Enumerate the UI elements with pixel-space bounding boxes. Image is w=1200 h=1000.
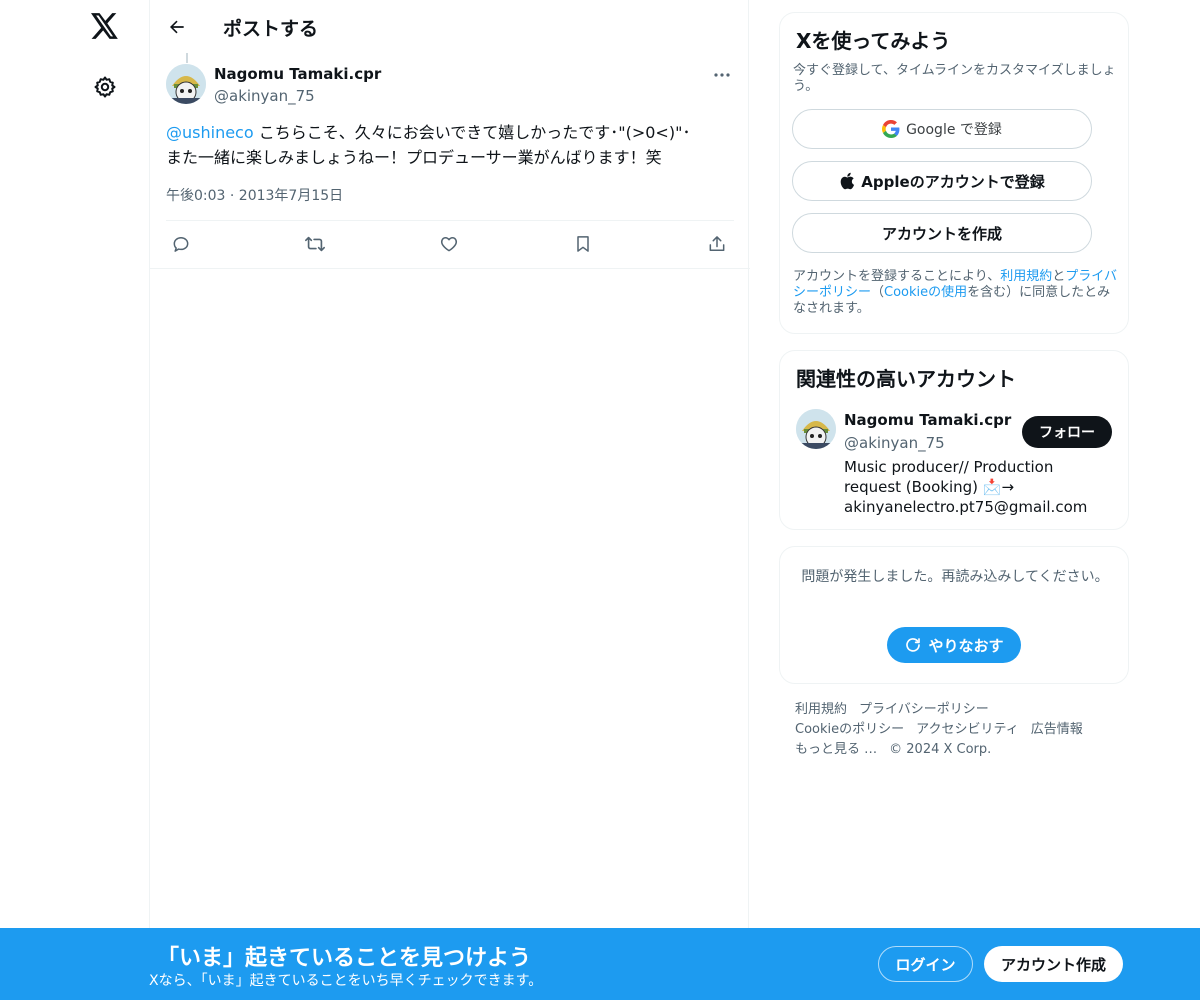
bottom-bar-subtitle: Xなら、「いま」起きていることをいち早くチェックできます。 xyxy=(149,973,543,989)
page-title: ポストする xyxy=(223,18,319,40)
like-button[interactable] xyxy=(434,229,464,259)
left-nav xyxy=(0,0,150,1000)
mention-link[interactable]: @ushineco xyxy=(166,123,254,142)
error-message: 問題が発生しました。再読み込みしてください。 xyxy=(801,569,1109,585)
bottom-bar-title: 「いま」起きていることを見つけよう xyxy=(157,946,532,971)
footer-link-more[interactable]: もっと見る … xyxy=(795,742,877,757)
more-icon xyxy=(714,73,730,77)
share-icon xyxy=(709,236,725,251)
post-text: @ushineco こちらこそ、久々にお会いできて嬉しかったです･"(>0<)"… xyxy=(166,120,734,170)
cookie-link[interactable]: Cookieの使用 xyxy=(884,285,967,300)
post-text-line1: こちらこそ、久々にお会いできて嬉しかったです･"(>0<)"･ xyxy=(253,123,691,142)
apple-signup-label: Appleのアカウントで登録 xyxy=(861,172,1045,191)
more-options-button[interactable] xyxy=(708,64,736,86)
bookmark-button[interactable] xyxy=(568,229,598,259)
footer-link-accessibility[interactable]: アクセシビリティ xyxy=(916,722,1019,737)
post-text-line2: また一緒に楽しみましょうねー！プロデューサー業がんばります！笑 xyxy=(166,148,662,167)
follow-button[interactable]: フォロー xyxy=(1022,416,1112,448)
divider xyxy=(150,268,750,269)
reply-button[interactable] xyxy=(166,229,196,259)
footer-link-privacy[interactable]: プライバシーポリシー xyxy=(859,702,989,717)
reply-icon xyxy=(173,237,189,252)
google-icon xyxy=(882,120,900,138)
arrow-left-icon xyxy=(170,20,184,34)
main-column: ポストする Nagomu Tamaki.cpr @akinyan_75 @ush… xyxy=(149,0,750,1000)
related-card-title: 関連性の高いアカウント xyxy=(796,367,1016,391)
signup-card-subtitle: 今すぐ登録して、タイムラインをカスタマイズしましょう。 xyxy=(793,63,1116,94)
terms-link[interactable]: 利用規約 xyxy=(1000,269,1052,284)
legal-and: と xyxy=(1052,269,1066,284)
avatar[interactable] xyxy=(796,409,836,449)
back-button[interactable] xyxy=(162,12,192,42)
x-logo-icon[interactable] xyxy=(87,8,123,44)
footer-link-cookie[interactable]: Cookieのポリシー xyxy=(795,722,904,737)
footer-link-ads[interactable]: 広告情報 xyxy=(1031,722,1083,737)
related-account-bio: Music producer// Production request (Boo… xyxy=(844,458,1088,516)
legal-prefix: アカウントを登録することにより、 xyxy=(793,269,1001,284)
apple-icon xyxy=(840,172,855,190)
refresh-icon xyxy=(906,638,921,652)
login-button[interactable]: ログイン xyxy=(878,946,973,982)
apple-signup-button[interactable]: Appleのアカウントで登録 xyxy=(792,161,1092,201)
related-account-handle[interactable]: @akinyan_75 xyxy=(844,434,945,452)
signup-card: Xを使ってみよう 今すぐ登録して、タイムラインをカスタマイズしましょう。 Goo… xyxy=(779,12,1129,334)
signup-card-title: Xを使ってみよう xyxy=(796,29,951,53)
footer-links: 利用規約 プライバシーポリシー Cookieのポリシー アクセシビリティ 広告情報 も… xyxy=(795,700,1125,760)
repost-icon xyxy=(305,236,325,252)
legal-mid: （ xyxy=(871,285,885,300)
page-header: ポストする xyxy=(150,0,750,53)
author-name[interactable]: Nagomu Tamaki.cpr xyxy=(214,65,381,83)
like-icon xyxy=(440,237,458,252)
create-account-label: アカウントを作成 xyxy=(881,224,1002,243)
post-timestamp[interactable]: 午後0:03 · 2013年7月15日 xyxy=(166,185,343,205)
error-card: 問題が発生しました。再読み込みしてください。 やりなおす xyxy=(779,546,1129,684)
share-button[interactable] xyxy=(702,229,732,259)
bookmark-icon xyxy=(577,236,589,252)
post-actions xyxy=(166,229,734,261)
legal-text: アカウントを登録することにより、利用規約とプライバシーポリシー（Cookieの使… xyxy=(793,269,1121,317)
footer-copyright: © 2024 X Corp. xyxy=(889,742,992,757)
create-account-button[interactable]: アカウントを作成 xyxy=(792,213,1092,253)
related-account-name[interactable]: Nagomu Tamaki.cpr xyxy=(844,411,1011,429)
bottom-signup-bar: 「いま」起きていることを見つけよう Xなら、「いま」起きていることをいち早くチェ… xyxy=(0,928,1200,1000)
gear-icon[interactable] xyxy=(88,70,122,104)
author-handle[interactable]: @akinyan_75 xyxy=(214,87,315,105)
retry-label: やりなおす xyxy=(928,636,1004,655)
related-accounts-card: 関連性の高いアカウント Nagomu Tamaki.cpr @akinyan_7… xyxy=(779,350,1129,530)
avatar[interactable] xyxy=(166,64,206,104)
google-signup-label: Google で登録 xyxy=(906,122,1002,138)
thread-line xyxy=(186,53,188,63)
repost-button[interactable] xyxy=(300,229,330,259)
divider xyxy=(166,220,734,221)
google-signup-button[interactable]: Google で登録 xyxy=(792,109,1092,149)
footer-link-terms[interactable]: 利用規約 xyxy=(795,702,847,717)
retry-button[interactable]: やりなおす xyxy=(887,627,1021,663)
signup-button[interactable]: アカウント作成 xyxy=(984,946,1123,982)
